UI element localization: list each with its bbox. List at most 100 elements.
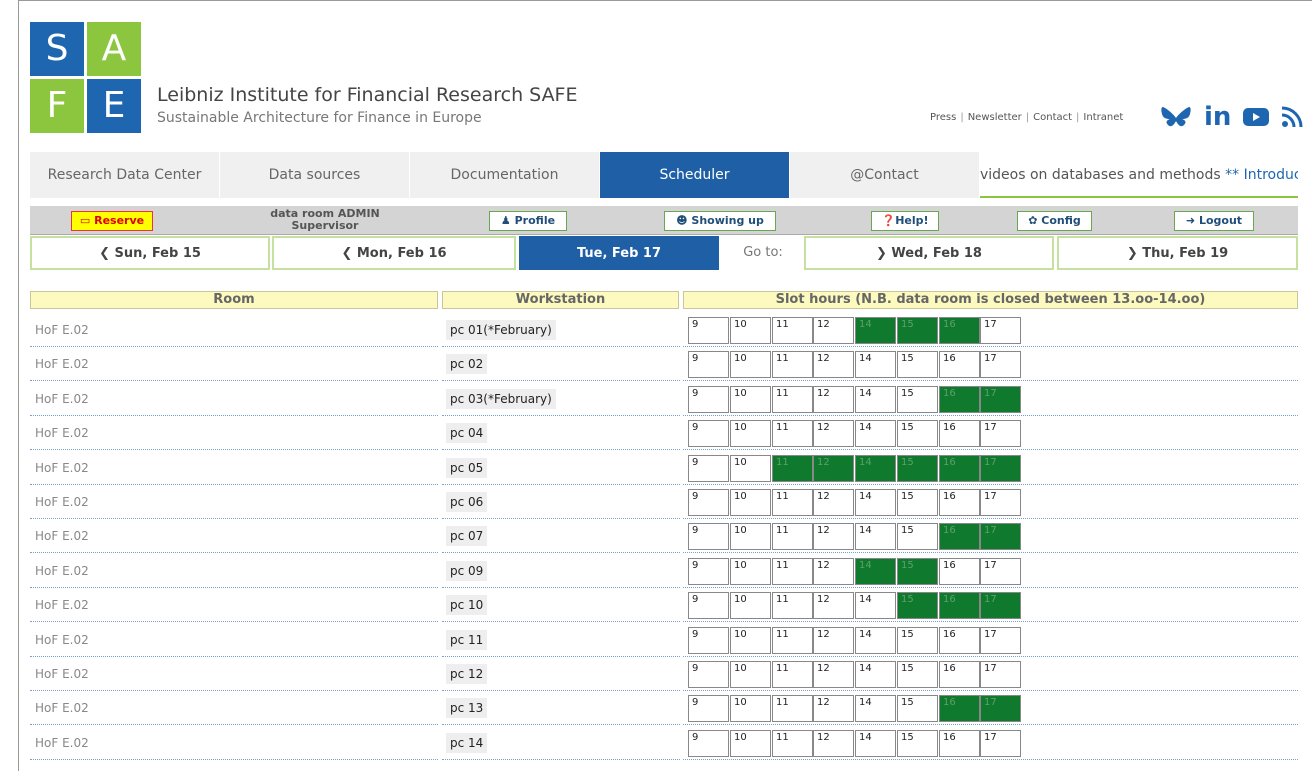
slot-booked[interactable]: 17 xyxy=(980,454,1021,482)
workstation-name[interactable]: pc 04 xyxy=(446,423,488,444)
slot-booked[interactable]: 11 xyxy=(772,454,813,482)
help-button[interactable]: ❓Help! xyxy=(871,211,939,231)
nav-documentation[interactable]: Documentation xyxy=(410,152,600,198)
slot-free[interactable]: 14 xyxy=(855,626,896,654)
slot-free[interactable]: 17 xyxy=(980,420,1021,448)
slot-free[interactable]: 10 xyxy=(730,557,771,585)
slot-free[interactable]: 12 xyxy=(813,557,854,585)
slot-free[interactable]: 12 xyxy=(813,661,854,688)
slot-free[interactable]: 16 xyxy=(939,420,980,448)
slot-booked[interactable]: 17 xyxy=(980,523,1021,551)
day-next-1[interactable]: ❯ Wed, Feb 18 xyxy=(804,236,1054,270)
slot-free[interactable]: 10 xyxy=(730,351,771,379)
slot-free[interactable]: 10 xyxy=(730,592,771,620)
slot-free[interactable]: 10 xyxy=(730,489,771,516)
slot-free[interactable]: 9 xyxy=(688,626,729,654)
workstation-name[interactable]: pc 10 xyxy=(446,595,488,616)
slot-free[interactable]: 16 xyxy=(939,489,980,516)
linkedin-icon[interactable]: in xyxy=(1204,103,1231,131)
slot-free[interactable]: 16 xyxy=(939,729,980,757)
intranet-link[interactable]: Intranet xyxy=(1083,112,1123,123)
workstation-name[interactable]: pc 14 xyxy=(446,732,488,753)
slot-free[interactable]: 15 xyxy=(897,523,938,551)
slot-free[interactable]: 9 xyxy=(688,661,729,688)
slot-free[interactable]: 9 xyxy=(688,385,729,413)
day-current[interactable]: Tue, Feb 17 xyxy=(519,236,719,270)
slot-free[interactable]: 14 xyxy=(855,420,896,448)
slot-free[interactable]: 16 xyxy=(939,626,980,654)
slot-free[interactable]: 11 xyxy=(772,729,813,757)
slot-free[interactable]: 16 xyxy=(939,661,980,688)
slot-free[interactable]: 12 xyxy=(813,351,854,379)
slot-booked[interactable]: 14 xyxy=(855,454,896,482)
slot-free[interactable]: 11 xyxy=(772,351,813,379)
workstation-name[interactable]: pc 02 xyxy=(446,354,488,375)
showing-up-button[interactable]: ☻ Showing up xyxy=(664,211,776,231)
slot-booked[interactable]: 16 xyxy=(939,454,980,482)
slot-free[interactable]: 17 xyxy=(980,489,1021,516)
workstation-name[interactable]: pc 01(*February) xyxy=(446,320,556,340)
slot-free[interactable]: 14 xyxy=(855,523,896,551)
slot-free[interactable]: 14 xyxy=(855,592,896,620)
slot-free[interactable]: 12 xyxy=(813,523,854,551)
slot-free[interactable]: 14 xyxy=(855,661,896,688)
slot-booked[interactable]: 15 xyxy=(897,592,938,620)
profile-button[interactable]: ♟ Profile xyxy=(489,211,567,231)
slot-free[interactable]: 9 xyxy=(688,317,729,344)
slot-free[interactable]: 12 xyxy=(813,489,854,516)
slot-free[interactable]: 10 xyxy=(730,454,771,482)
slot-free[interactable]: 17 xyxy=(980,626,1021,654)
day-next-2[interactable]: ❯ Thu, Feb 19 xyxy=(1057,236,1298,270)
slot-free[interactable]: 15 xyxy=(897,729,938,757)
nav-data-sources[interactable]: Data sources xyxy=(220,152,410,198)
bluesky-icon[interactable] xyxy=(1160,105,1192,129)
contact-link[interactable]: Contact xyxy=(1033,112,1072,123)
slot-free[interactable]: 11 xyxy=(772,695,813,723)
slot-free[interactable]: 10 xyxy=(730,729,771,757)
workstation-name[interactable]: pc 06 xyxy=(446,492,488,512)
slot-free[interactable]: 16 xyxy=(939,557,980,585)
youtube-icon[interactable] xyxy=(1243,107,1270,127)
slot-free[interactable]: 14 xyxy=(855,695,896,723)
reserve-button[interactable]: ▭ Reserve xyxy=(71,211,153,231)
slot-booked[interactable]: 15 xyxy=(897,557,938,585)
workstation-name[interactable]: pc 07 xyxy=(446,526,488,547)
safe-logo[interactable]: S A F E xyxy=(30,22,141,133)
slot-free[interactable]: 14 xyxy=(855,729,896,757)
workstation-name[interactable]: pc 05 xyxy=(446,457,488,478)
slot-free[interactable]: 11 xyxy=(772,592,813,620)
slot-free[interactable]: 9 xyxy=(688,420,729,448)
slot-booked[interactable]: 17 xyxy=(980,385,1021,413)
config-button[interactable]: ✿ Config xyxy=(1017,211,1092,231)
slot-free[interactable]: 17 xyxy=(980,317,1021,344)
slot-booked[interactable]: 17 xyxy=(980,592,1021,620)
slot-free[interactable]: 15 xyxy=(897,385,938,413)
slot-free[interactable]: 11 xyxy=(772,523,813,551)
slot-free[interactable]: 10 xyxy=(730,385,771,413)
slot-free[interactable]: 12 xyxy=(813,695,854,723)
slot-free[interactable]: 10 xyxy=(730,420,771,448)
slot-booked[interactable]: 14 xyxy=(855,317,896,344)
slot-free[interactable]: 10 xyxy=(730,661,771,688)
slot-free[interactable]: 10 xyxy=(730,626,771,654)
slot-free[interactable]: 9 xyxy=(688,695,729,723)
newsletter-link[interactable]: Newsletter xyxy=(968,112,1022,123)
slot-free[interactable]: 17 xyxy=(980,729,1021,757)
slot-free[interactable]: 17 xyxy=(980,557,1021,585)
slot-free[interactable]: 15 xyxy=(897,489,938,516)
slot-free[interactable]: 14 xyxy=(855,385,896,413)
slot-free[interactable]: 11 xyxy=(772,626,813,654)
news-ticker[interactable]: videos on databases and methods ** Intro… xyxy=(980,152,1298,198)
nav-scheduler[interactable]: Scheduler xyxy=(600,152,790,198)
slot-free[interactable]: 15 xyxy=(897,695,938,723)
logout-button[interactable]: ➜ Logout xyxy=(1174,211,1254,231)
nav-contact[interactable]: @Contact xyxy=(790,152,980,198)
workstation-name[interactable]: pc 03(*February) xyxy=(446,388,556,409)
rss-icon[interactable] xyxy=(1281,106,1303,128)
day-prev-1[interactable]: ❮ Mon, Feb 16 xyxy=(272,236,516,270)
slot-free[interactable]: 15 xyxy=(897,420,938,448)
slot-booked[interactable]: 16 xyxy=(939,385,980,413)
goto-date-input[interactable]: Go to: xyxy=(720,236,806,270)
slot-free[interactable]: 10 xyxy=(730,523,771,551)
slot-booked[interactable]: 16 xyxy=(939,317,980,344)
